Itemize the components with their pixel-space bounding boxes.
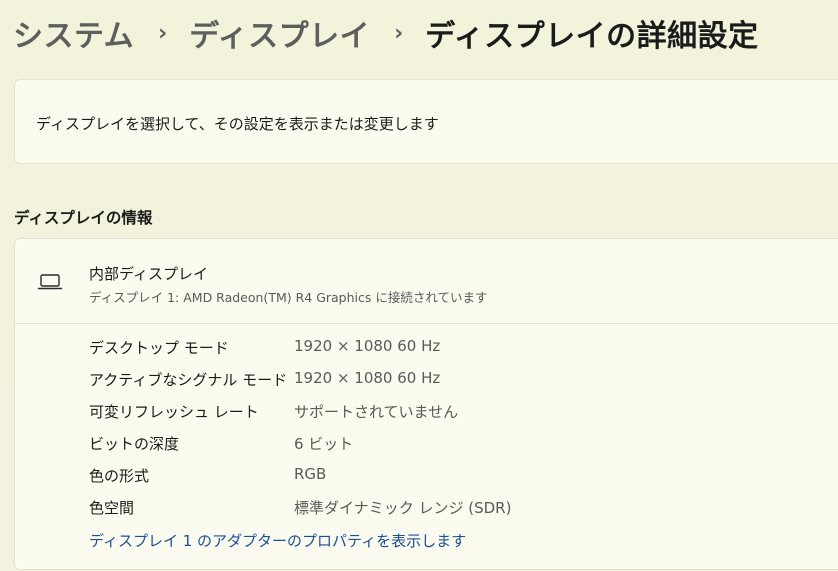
property-label: 可変リフレッシュ レート bbox=[89, 403, 259, 421]
property-label: アクティブなシグナル モード bbox=[89, 371, 288, 389]
breadcrumb-item-display[interactable]: ディスプレイ bbox=[189, 11, 370, 55]
breadcrumb-item-system[interactable]: システム bbox=[13, 11, 134, 55]
property-row: 色空間 標準ダイナミック レンジ (SDR) bbox=[89, 497, 649, 529]
select-display-text: ディスプレイを選択して、その設定を表示または変更します bbox=[36, 115, 439, 133]
property-value: RGB bbox=[294, 465, 327, 483]
property-value: 1920 × 1080 60 Hz bbox=[294, 369, 441, 387]
property-row: ビットの深度 6 ビット bbox=[89, 433, 649, 465]
chevron-right-icon: › bbox=[158, 20, 168, 46]
laptop-icon bbox=[37, 272, 63, 292]
adapter-properties-link[interactable]: ディスプレイ 1 のアダプターのプロパティを表示します bbox=[89, 530, 466, 551]
property-row: デスクトップ モード 1920 × 1080 60 Hz bbox=[89, 337, 649, 369]
property-row: アクティブなシグナル モード 1920 × 1080 60 Hz bbox=[89, 369, 649, 401]
property-label: デスクトップ モード bbox=[89, 339, 229, 357]
breadcrumb: システム › ディスプレイ › ディスプレイの詳細設定 bbox=[13, 8, 759, 58]
property-value: 標準ダイナミック レンジ (SDR) bbox=[294, 499, 512, 517]
property-row: 色の形式 RGB bbox=[89, 465, 649, 497]
chevron-right-icon: › bbox=[394, 20, 404, 46]
property-label: 色の形式 bbox=[89, 467, 150, 485]
property-value: 1920 × 1080 60 Hz bbox=[294, 337, 441, 355]
property-label: ビットの深度 bbox=[89, 435, 180, 453]
display-header: 内部ディスプレイ ディスプレイ 1: AMD Radeon(TM) R4 Gra… bbox=[15, 239, 838, 324]
property-row: 可変リフレッシュ レート サポートされていません bbox=[89, 401, 649, 433]
display-name: 内部ディスプレイ bbox=[89, 265, 208, 283]
display-properties: デスクトップ モード 1920 × 1080 60 Hz アクティブなシグナル … bbox=[89, 337, 649, 529]
display-info-card: 内部ディスプレイ ディスプレイ 1: AMD Radeon(TM) R4 Gra… bbox=[14, 238, 838, 570]
display-info-heading: ディスプレイの情報 bbox=[14, 209, 153, 227]
property-value: サポートされていません bbox=[294, 403, 459, 421]
property-label: 色空間 bbox=[89, 499, 135, 517]
property-value: 6 ビット bbox=[294, 435, 354, 453]
page-title: ディスプレイの詳細設定 bbox=[425, 19, 759, 54]
select-display-card: ディスプレイを選択して、その設定を表示または変更します bbox=[14, 79, 838, 164]
display-subtitle: ディスプレイ 1: AMD Radeon(TM) R4 Graphics に接続… bbox=[89, 290, 488, 305]
